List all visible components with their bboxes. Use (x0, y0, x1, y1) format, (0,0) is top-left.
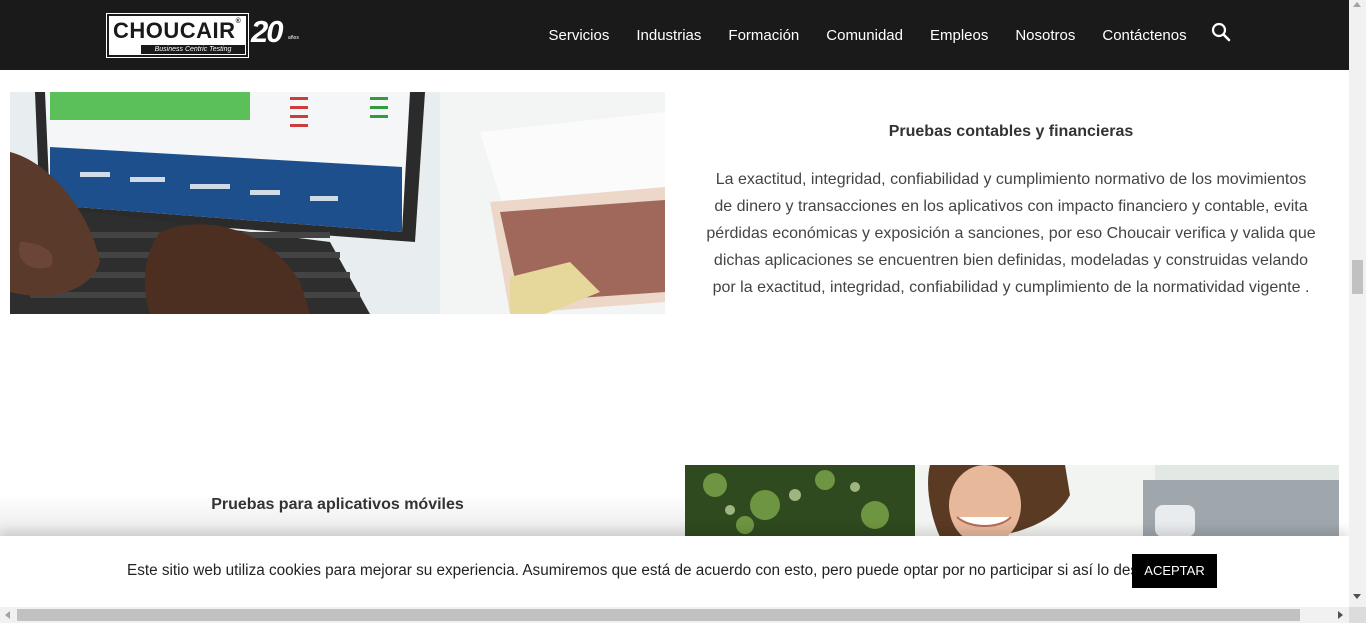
horizontal-scrollbar[interactable] (0, 607, 1349, 623)
vertical-scrollbar[interactable] (1349, 0, 1366, 607)
nav-item-servicios[interactable]: Servicios (535, 27, 623, 44)
cookie-consent-bar: Este sitio web utiliza cookies para mejo… (0, 536, 1349, 607)
page: CHOUCAIR® Business Centric Testing 20 añ… (0, 0, 1366, 623)
accept-cookies-button[interactable]: ACEPTAR (1132, 554, 1217, 588)
logo-registered-mark: ® (235, 18, 242, 25)
scroll-down-arrow-icon[interactable] (1353, 594, 1361, 599)
logo-tagline: Business Centric Testing (141, 45, 245, 54)
logo-anniversary: 20 (251, 14, 284, 49)
main-nav: Servicios Industrias Formación Comunidad… (535, 0, 1200, 70)
vertical-scroll-thumb[interactable] (1352, 260, 1363, 294)
section-title-financial: Pruebas contables y financieras (888, 123, 1134, 140)
nav-item-nosotros[interactable]: Nosotros (1002, 27, 1089, 44)
logo-box: CHOUCAIR® Business Centric Testing (106, 13, 249, 58)
logo-word: CHOUCAIR (113, 18, 236, 43)
site-header: CHOUCAIR® Business Centric Testing 20 añ… (0, 0, 1349, 70)
search-icon[interactable] (1209, 20, 1233, 44)
nav-item-contactenos[interactable]: Contáctenos (1089, 27, 1200, 44)
nav-item-industrias[interactable]: Industrias (623, 27, 715, 44)
logo-anniversary-suffix: años (288, 35, 299, 41)
section-title-mobile: Pruebas para aplicativos móviles (211, 496, 464, 513)
nav-item-formacion[interactable]: Formación (715, 27, 813, 44)
nav-item-empleos[interactable]: Empleos (916, 27, 1001, 44)
laptop-financial-photo (10, 92, 665, 314)
horizontal-scroll-thumb[interactable] (17, 609, 1300, 621)
scrollbar-corner (1349, 607, 1366, 623)
scroll-left-arrow-icon[interactable] (5, 611, 10, 619)
scroll-up-arrow-icon[interactable] (1353, 2, 1361, 7)
woman-smiling-photo (685, 465, 1339, 537)
choucair-logo[interactable]: CHOUCAIR® Business Centric Testing 20 añ… (106, 13, 303, 58)
logo-wordmark: CHOUCAIR® (113, 18, 241, 44)
scroll-right-arrow-icon[interactable] (1338, 611, 1343, 619)
nav-item-comunidad[interactable]: Comunidad (813, 27, 917, 44)
section-text-financial: La exactitud, integridad, confiabilidad … (706, 171, 1316, 296)
cookie-consent-text: Este sitio web utiliza cookies para mejo… (127, 562, 1160, 579)
